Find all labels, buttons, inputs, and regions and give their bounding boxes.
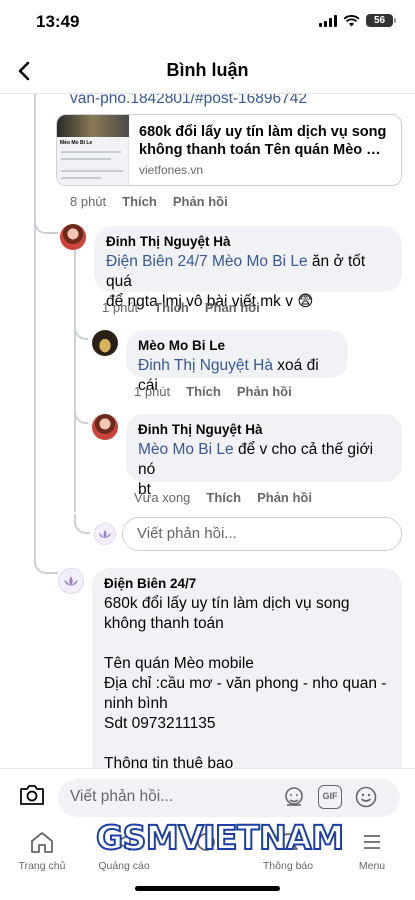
status-bar: 13:49 56 <box>0 0 415 44</box>
link-preview-title: 680k đổi lấy uy tín làm dịch vụ song khô… <box>139 123 391 159</box>
comment-line <box>104 734 390 754</box>
status-icons: 56 <box>319 14 396 27</box>
comment-bubble: Điện Biên 24/7 680k đổi lấy uy tín làm d… <box>92 568 402 768</box>
comment-line: 680k đổi lấy uy tín làm dịch vụ song <box>104 595 350 612</box>
reply-input[interactable]: Viết phản hồi... <box>122 517 402 551</box>
mention-tag[interactable]: Đinh Thị Nguyệt Hà <box>138 357 273 374</box>
home-icon <box>31 832 53 853</box>
comment-author[interactable]: Điện Biên 24/7 <box>104 576 390 591</box>
comment-time: Vừa xong <box>134 490 191 505</box>
comment-line: Địa chỉ :cầu mơ - văn phong - nho quan - <box>104 675 387 692</box>
comment-line: Sdt 0973211135 <box>104 715 216 732</box>
comment-time: 1 phút <box>102 300 139 315</box>
home-indicator <box>135 886 280 891</box>
link-preview-thumbnail: Mèo Mo Bi Le <box>57 115 129 185</box>
reply-button[interactable]: Phản hồi <box>205 300 260 315</box>
thread-connector <box>34 212 58 234</box>
tab-label: Trang chủ <box>18 860 66 872</box>
link-preview-title-line: 680k đổi lấy uy tín làm dịch vụ song <box>139 124 387 140</box>
comment-line: ninh bình <box>104 695 168 712</box>
like-button[interactable]: Thích <box>154 300 189 315</box>
comment-line: Tên quán Mèo mobile <box>104 655 254 672</box>
thumbnail-banner <box>57 115 129 137</box>
camera-icon[interactable] <box>18 783 46 807</box>
comments-list[interactable]: van-pho.1842801/#post-16896742 Mèo Mo Bi… <box>0 94 415 768</box>
link-preview-domain: vietfones.vn <box>139 163 204 177</box>
comment-author[interactable]: Mèo Mo Bi Le <box>138 338 336 353</box>
thumbnail-name: Mèo Mo Bi Le <box>60 140 93 146</box>
avatar <box>94 523 116 545</box>
thread-line <box>34 94 36 562</box>
comment-composer: Viết phản hồi... GIF <box>0 768 415 824</box>
emoji-icon[interactable] <box>354 785 378 809</box>
thumbnail-text-line <box>61 170 123 172</box>
thread-connector <box>74 322 88 340</box>
reply-button[interactable]: Phản hồi <box>237 384 292 399</box>
header: Bình luận <box>0 48 415 94</box>
signal-icon <box>319 14 337 27</box>
thumbnail-text-line <box>61 151 121 153</box>
comment-actions: 1 phút Thích Phản hồi <box>102 300 260 315</box>
comment-author[interactable]: Đinh Thị Nguyệt Hà <box>138 422 390 437</box>
wifi-icon <box>343 14 360 26</box>
comment-input[interactable]: Viết phản hồi... <box>58 779 400 817</box>
comment-bubble: Đinh Thị Nguyệt Hà Điện Biên 24/7 Mèo Mo… <box>94 226 402 310</box>
tab-label: Thông báo <box>262 860 314 872</box>
avatar[interactable] <box>60 224 86 250</box>
link-preview-card[interactable]: Mèo Mo Bi Le 680k đổi lấy uy tín làm dịc… <box>56 114 402 186</box>
watermark: GSMVIETNAM <box>95 817 345 858</box>
link-preview-title-line: không thanh toán Tên quán Mèo mo... <box>139 142 391 158</box>
comment-time: 1 phút <box>134 384 171 399</box>
tab-home[interactable]: Trang chủ <box>2 830 82 872</box>
tab-label: Menu <box>358 860 386 872</box>
battery-icon: 56 <box>366 14 396 27</box>
avatar-sticker-icon[interactable] <box>282 785 306 809</box>
comment-line <box>104 634 390 654</box>
thread-connector <box>34 560 58 574</box>
like-button[interactable]: Thích <box>206 490 241 505</box>
comment-author[interactable]: Đinh Thị Nguyệt Hà <box>106 234 390 249</box>
lotus-logo-icon <box>64 576 78 586</box>
tab-menu[interactable]: Menu <box>332 830 412 872</box>
comment-line: Thông tin thuê bao <box>104 755 234 768</box>
gif-icon[interactable]: GIF <box>318 785 342 809</box>
reply-button[interactable]: Phản hồi <box>257 490 312 505</box>
reply-button[interactable]: Phản hồi <box>173 194 228 209</box>
page-title: Bình luận <box>166 60 249 80</box>
thumbnail-text-line <box>61 177 101 179</box>
tab-label: Quảng cáo <box>98 860 150 872</box>
comment-actions: 8 phút Thích Phản hồi <box>70 194 228 209</box>
lotus-logo-icon <box>99 530 111 538</box>
like-button[interactable]: Thích <box>186 384 221 399</box>
comment-bubble: Đinh Thị Nguyệt Hà Mèo Mo Bi Le để v cho… <box>126 414 402 498</box>
status-time: 13:49 <box>36 12 80 31</box>
post-link[interactable]: van-pho.1842801/#post-16896742 <box>70 94 307 108</box>
avatar[interactable] <box>92 330 118 356</box>
avatar[interactable] <box>92 414 118 440</box>
like-button[interactable]: Thích <box>122 194 157 209</box>
mention-tag[interactable]: Mèo Mo Bi Le <box>138 441 234 458</box>
comment-actions: 1 phút Thích Phản hồi <box>134 384 292 399</box>
comment-text: 680k đổi lấy uy tín làm dịch vụ song khô… <box>104 594 390 768</box>
comment-line: không thanh toán <box>104 615 224 632</box>
thread-connector <box>74 406 88 424</box>
menu-icon <box>364 835 380 849</box>
avatar[interactable] <box>58 568 84 594</box>
comment-actions: Vừa xong Thích Phản hồi <box>134 490 312 505</box>
thread-connector <box>74 514 90 534</box>
thread-line <box>74 244 76 512</box>
thumbnail-text-line <box>61 158 111 160</box>
comment-bubble: Mèo Mo Bi Le Đinh Thị Nguyệt Hà xoá đi c… <box>126 330 348 394</box>
link-preview-body: 680k đổi lấy uy tín làm dịch vụ song khô… <box>129 115 399 185</box>
mention-tag[interactable]: Điện Biên 24/7 Mèo Mo Bi Le <box>106 253 308 270</box>
comment-time: 8 phút <box>70 194 107 209</box>
